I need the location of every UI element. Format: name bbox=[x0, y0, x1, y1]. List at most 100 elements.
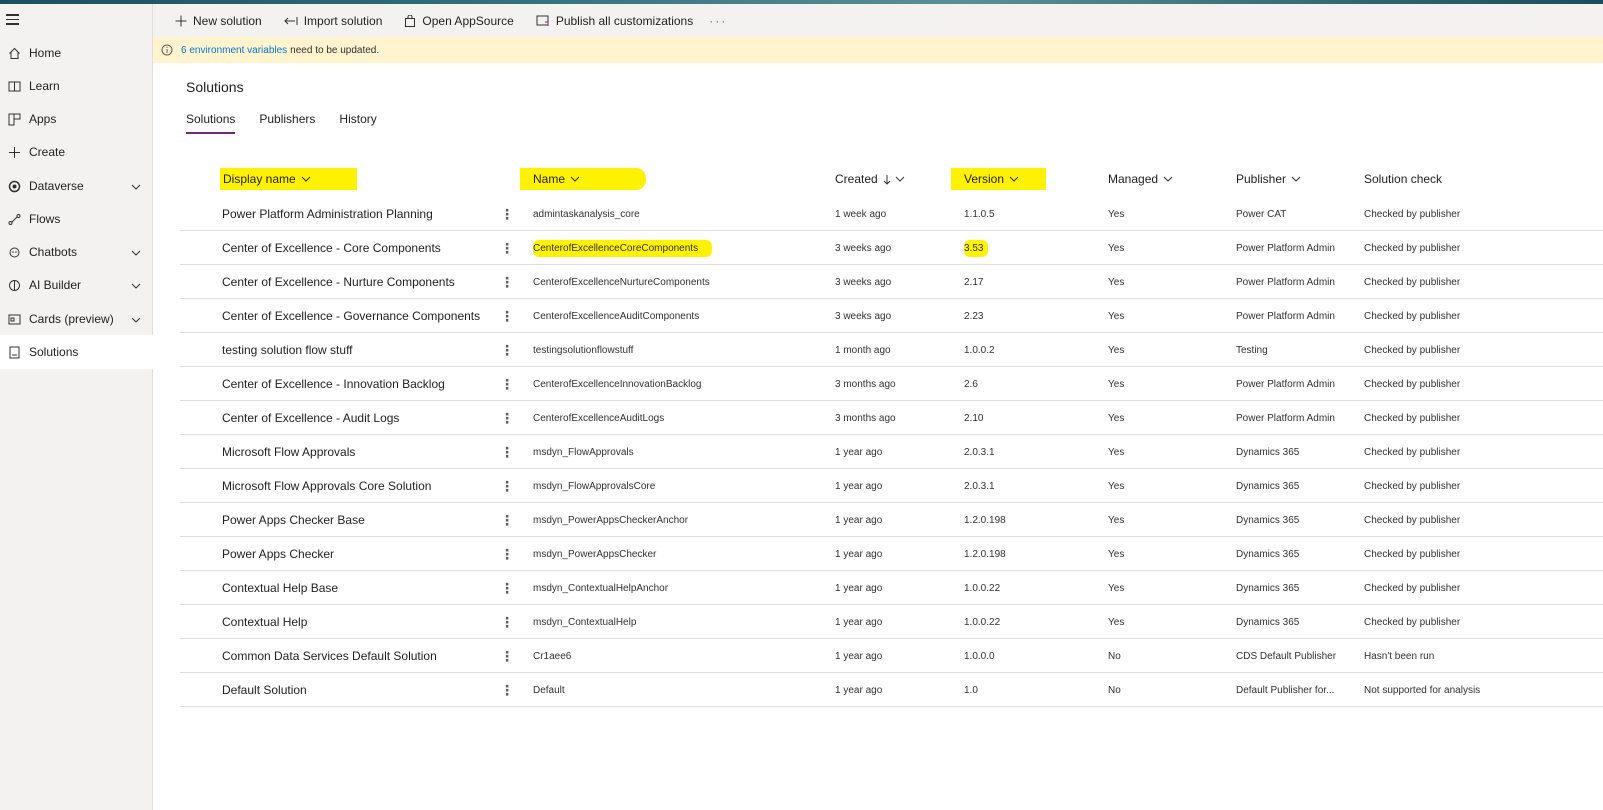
display-name-cell-text: Power Platform Administration Planning bbox=[222, 207, 433, 221]
table-row[interactable]: Microsoft Flow Approvals Core Solution ms… bbox=[180, 469, 1603, 503]
table-row[interactable]: Center of Excellence - Core Components Ce… bbox=[180, 231, 1603, 265]
row-more-options-icon[interactable]: ⋮ bbox=[500, 639, 514, 673]
nav-cards[interactable]: Cards (preview) bbox=[0, 302, 153, 336]
row-more-options-icon[interactable]: ⋮ bbox=[500, 231, 514, 265]
row-more-options-icon[interactable]: ⋮ bbox=[500, 605, 514, 639]
table-row[interactable]: Microsoft Flow Approvals msdyn_FlowApprov… bbox=[180, 435, 1603, 469]
row-more-options-icon[interactable]: ⋮ bbox=[500, 367, 514, 401]
row-more-options-icon[interactable]: ⋮ bbox=[500, 401, 514, 435]
version-cell: 2.23 bbox=[964, 299, 983, 333]
display-name-cell[interactable]: Center of Excellence - Nurture Component… bbox=[222, 265, 455, 299]
table-row[interactable]: Contextual Help Base msdyn_ContextualHelp… bbox=[180, 571, 1603, 605]
column-header-publisher[interactable]: Publisher bbox=[1236, 161, 1301, 197]
chevron-down-icon[interactable] bbox=[131, 279, 141, 293]
column-header-display-name[interactable]: Display name bbox=[220, 161, 357, 197]
display-name-cell[interactable]: Contextual Help Base bbox=[222, 571, 338, 605]
row-more-options-icon[interactable]: ⋮ bbox=[500, 537, 514, 571]
table-row[interactable]: Center of Excellence - Audit Logs Centero… bbox=[180, 401, 1603, 435]
new-solution-button[interactable]: New solution bbox=[175, 14, 262, 28]
nav-chatbots[interactable]: Chatbots bbox=[0, 235, 153, 269]
table-row[interactable]: Power Apps Checker Base msdyn_PowerAppsCh… bbox=[180, 503, 1603, 537]
publisher-cell-text: Power Platform Admin bbox=[1236, 242, 1335, 254]
managed-header-label: Managed bbox=[1108, 172, 1159, 186]
display-name-cell-text: Microsoft Flow Approvals Core Solution bbox=[222, 479, 432, 493]
row-more-options-icon[interactable]: ⋮ bbox=[500, 673, 514, 707]
row-more-options-icon[interactable]: ⋮ bbox=[500, 571, 514, 605]
open-appsource-button[interactable]: Open AppSource bbox=[404, 14, 514, 28]
display-name-cell[interactable]: Common Data Services Default Solution bbox=[222, 639, 437, 673]
display-name-cell[interactable]: testing solution flow stuff bbox=[222, 333, 353, 367]
row-more-options-icon[interactable]: ⋮ bbox=[500, 469, 514, 503]
book-icon bbox=[7, 79, 21, 93]
display-name-cell-text: testing solution flow stuff bbox=[222, 343, 353, 357]
tab-history[interactable]: History bbox=[339, 112, 376, 134]
name-cell-text: msdyn_PowerAppsCheckerAnchor bbox=[533, 514, 689, 526]
nav-home[interactable]: Home bbox=[0, 36, 153, 70]
column-header-name[interactable]: Name bbox=[520, 161, 647, 197]
chevron-down-icon[interactable] bbox=[131, 180, 141, 194]
hamburger-menu-icon[interactable] bbox=[6, 14, 22, 28]
table-row[interactable]: testing solution flow stuff testingsoluti… bbox=[180, 333, 1603, 367]
publish-all-button[interactable]: Publish all customizations bbox=[536, 14, 693, 28]
display-name-cell[interactable]: Power Apps Checker bbox=[222, 537, 334, 571]
display-name-cell[interactable]: Center of Excellence - Innovation Backlo… bbox=[222, 367, 445, 401]
managed-cell: Yes bbox=[1108, 231, 1124, 265]
display-name-cell[interactable]: Contextual Help bbox=[222, 605, 307, 639]
nav-ai-builder[interactable]: AI Builder bbox=[0, 268, 153, 302]
table-row[interactable]: Center of Excellence - Innovation Backlo… bbox=[180, 367, 1603, 401]
nav-learn[interactable]: Learn bbox=[0, 69, 153, 103]
display-name-cell[interactable]: Microsoft Flow Approvals Core Solution bbox=[222, 469, 431, 503]
table-row[interactable]: Center of Excellence - Governance Compon… bbox=[180, 299, 1603, 333]
nav-cards-label: Cards (preview) bbox=[29, 312, 114, 326]
tab-publishers[interactable]: Publishers bbox=[259, 112, 315, 134]
row-more-options-icon[interactable]: ⋮ bbox=[500, 435, 514, 469]
nav-create[interactable]: Create bbox=[0, 135, 153, 169]
column-header-managed[interactable]: Managed bbox=[1108, 161, 1173, 197]
row-more-options-icon[interactable]: ⋮ bbox=[500, 197, 514, 231]
tab-solutions[interactable]: Solutions bbox=[186, 112, 236, 134]
nav-apps[interactable]: Apps bbox=[0, 102, 153, 136]
managed-cell-text: Yes bbox=[1108, 446, 1125, 458]
environment-variables-link[interactable]: 6 environment variables bbox=[181, 45, 287, 56]
publisher-cell: Power CAT bbox=[1236, 197, 1286, 231]
table-row[interactable]: Common Data Services Default Solution Cr1… bbox=[180, 639, 1603, 673]
row-more-options-icon[interactable]: ⋮ bbox=[500, 333, 514, 367]
name-cell: msdyn_ContextualHelp bbox=[533, 605, 636, 639]
managed-cell-text: Yes bbox=[1108, 378, 1125, 390]
nav-flows[interactable]: Flows bbox=[0, 202, 153, 236]
row-more-options-icon[interactable]: ⋮ bbox=[500, 503, 514, 537]
solution-check-cell-text: Hasn't been run bbox=[1364, 650, 1435, 662]
table-row[interactable]: Power Apps Checker msdyn_PowerAppsChecker… bbox=[180, 537, 1603, 571]
row-more-options-icon[interactable]: ⋮ bbox=[500, 265, 514, 299]
managed-cell: No bbox=[1108, 639, 1121, 673]
column-header-created[interactable]: Created bbox=[835, 161, 905, 197]
display-name-cell[interactable]: Center of Excellence - Audit Logs bbox=[222, 401, 399, 435]
created-cell: 3 months ago bbox=[835, 401, 896, 435]
import-solution-button[interactable]: Import solution bbox=[283, 14, 382, 28]
name-header-label: Name bbox=[533, 172, 566, 186]
display-name-cell[interactable]: Default Solution bbox=[222, 673, 307, 707]
nav-dataverse[interactable]: Dataverse bbox=[0, 169, 153, 203]
table-row[interactable]: Contextual Help msdyn_ContextualHelp 1 yea… bbox=[180, 605, 1603, 639]
managed-cell: Yes bbox=[1108, 265, 1124, 299]
table-row[interactable]: Power Platform Administration Planning ad… bbox=[180, 197, 1603, 231]
display-name-cell[interactable]: Power Apps Checker Base bbox=[222, 503, 365, 537]
solution-check-cell: Checked by publisher bbox=[1364, 367, 1460, 401]
row-more-options-icon[interactable]: ⋮ bbox=[500, 299, 514, 333]
table-row[interactable]: Center of Excellence - Nurture Component… bbox=[180, 265, 1603, 299]
display-name-cell[interactable]: Center of Excellence - Governance Compon… bbox=[222, 299, 480, 333]
column-header-solution-check[interactable]: Solution check bbox=[1364, 161, 1442, 197]
managed-cell-text: Yes bbox=[1108, 480, 1125, 492]
column-header-version[interactable]: Version bbox=[951, 161, 1047, 197]
chevron-down-icon[interactable] bbox=[131, 246, 141, 260]
solution-check-cell-text: Checked by publisher bbox=[1364, 412, 1461, 424]
nav-solutions[interactable]: Solutions bbox=[0, 335, 153, 369]
display-name-cell[interactable]: Power Platform Administration Planning bbox=[222, 197, 433, 231]
solution-check-cell: Checked by publisher bbox=[1364, 299, 1460, 333]
display-name-cell[interactable]: Microsoft Flow Approvals bbox=[222, 435, 355, 469]
table-row[interactable]: Default Solution Default 1 year ago 1.0 No De… bbox=[180, 673, 1603, 707]
name-cell: msdyn_ContextualHelpAnchor bbox=[533, 571, 668, 605]
chevron-down-icon[interactable] bbox=[131, 313, 141, 327]
more-commands-button[interactable]: ··· bbox=[709, 14, 727, 28]
display-name-cell[interactable]: Center of Excellence - Core Components bbox=[222, 231, 441, 265]
